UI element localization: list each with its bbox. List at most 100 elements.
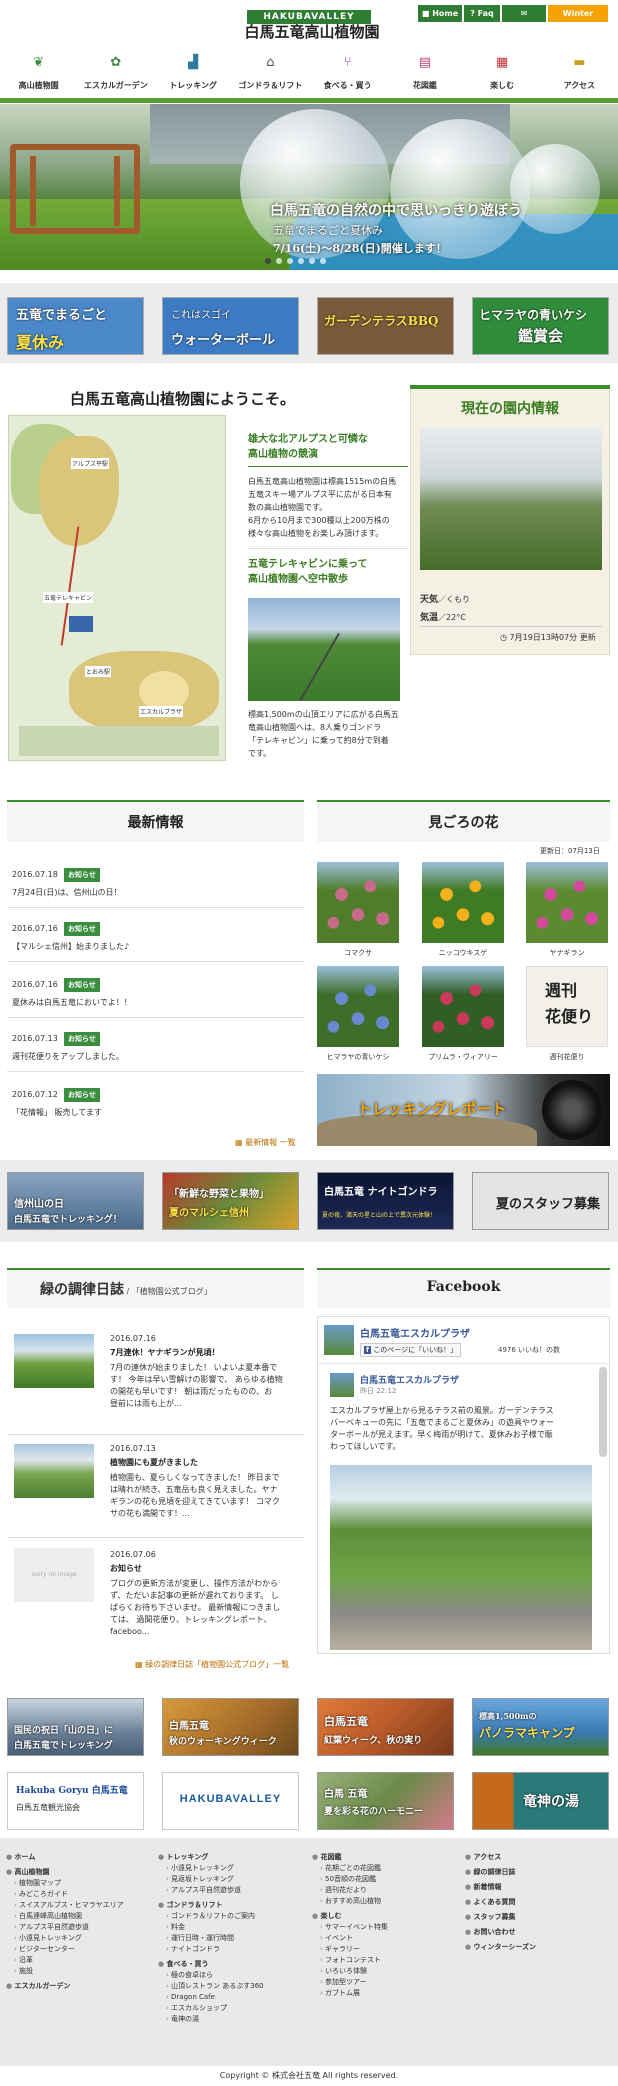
widget-scrollbar[interactable] [599,1367,607,1457]
footer-link[interactable]: › ギャラリー [312,1944,457,1955]
slider-dot[interactable] [320,258,326,264]
banner-summer[interactable]: 五竜でまるごと 夏休み [7,297,144,355]
post-author-link[interactable]: 白馬五竜エスカルプラザ [360,1373,459,1386]
footer-link[interactable]: › ガブトム展 [312,1988,457,1999]
banner-staff-wanted[interactable]: 夏のスタッフ募集 [472,1172,609,1230]
footer-link[interactable]: › 参加型ツアー [312,1977,457,1988]
nav-item-flowerbook[interactable]: ▤ 花図鑑 [386,52,463,94]
flower-photo-primula[interactable] [422,966,504,1047]
footer-section-link[interactable]: ● よくある質問 [465,1897,610,1908]
flower-photo-nikkokisuge[interactable] [422,862,504,943]
footer-section-link[interactable]: ● お問い合わせ [465,1927,610,1938]
footer-link[interactable]: › ゴンドラ＆リフトのご案内 [158,1911,303,1922]
nav-item-enjoy[interactable]: ▦ 楽しむ [464,52,541,94]
trekking-report-banner[interactable]: トレッキングレポート [317,1074,610,1146]
slider-dot[interactable] [309,258,315,264]
footer-section-link[interactable]: ● ゴンドラ＆リフト [158,1900,303,1911]
banner-panorama-camp[interactable]: 標高1,500mの パノラマキャンプ [472,1698,609,1756]
footer-link[interactable]: › サマーイベント特集 [312,1922,457,1933]
banner-mountain-day[interactable]: 信州山の日 白馬五竜でトレッキング！ [7,1172,144,1230]
footer-link[interactable]: › 植物園マップ [6,1878,151,1889]
footer-section-link[interactable]: ● 楽しむ [312,1911,457,1922]
banner-waterball[interactable]: これはスゴイ ウォーターボール [162,297,299,355]
footer-section-link[interactable]: ● 食べる・買う [158,1959,303,1970]
footer-link[interactable]: › ビジターセンター [6,1944,151,1955]
news-link[interactable]: 週刊花便りをアップしました。 [12,1051,124,1062]
news-link[interactable]: 【マルシェ信州】始まりました♪ [12,941,129,952]
slider-dot[interactable] [287,258,293,264]
footer-link[interactable]: › エスカルショップ [158,2003,303,2014]
topbar-winter-link[interactable]: Winter Season [548,5,608,35]
page-avatar[interactable] [324,1325,354,1355]
news-more-link[interactable]: ▦ 最新情報 一覧 [235,1137,296,1148]
footer-link[interactable]: › ナイトゴンドラ [158,1944,303,1955]
banner-mountain-day-2[interactable]: 国民の祝日「山の日」に 白馬五竜でトレッキング [7,1698,144,1756]
footer-link[interactable]: › 料金 [158,1922,303,1933]
nav-item-gondola[interactable]: ⌂ ゴンドラ＆リフト [232,52,309,94]
topbar-faq-link[interactable]: ? Faq [464,5,500,22]
footer-link[interactable]: › アルプス平自然遊歩道 [6,1922,151,1933]
banner-autumn-leaves[interactable]: 白馬五竜 紅葉ウィーク、秋の実り [317,1698,454,1756]
post-photo[interactable] [330,1465,592,1650]
footer-link[interactable]: › フォトコンテスト [312,1955,457,1966]
footer-section-link[interactable]: ● エスカルガーデン [6,1981,151,1992]
banner-tourism-assoc[interactable]: Hakuba Goryu 白馬五竜 白馬五竜観光協会 [7,1772,144,1830]
footer-section-link[interactable]: ● スタッフ募集 [465,1912,610,1923]
footer-link[interactable]: › 山頂レストラン あるぷす360 [158,1981,303,1992]
news-link[interactable]: 「花情報」 販売してます [12,1107,102,1118]
blog-post-title[interactable]: 植物園にも夏がきました [110,1457,300,1468]
facebook-widget[interactable]: 白馬五竜エスカルプラザ f このページに「いいね！」 4976 いいね！の数 白… [317,1316,610,1654]
news-link[interactable]: 夏休みは白馬五竜においでよ！！ [12,997,132,1008]
banner-night-gondola[interactable]: 白馬五竜 ナイトゴンドラ 夏の夜、満天の星と山の上で異次元体験！ [317,1172,454,1230]
footer-section-link[interactable]: ● 花図鑑 [312,1852,457,1863]
footer-link[interactable]: › みどころガイド [6,1889,151,1900]
flower-photo-yanagiran[interactable] [526,862,608,943]
garden-map[interactable]: アルプス平駅 五竜テレキャビン とおみ駅 エスカルプラザ [8,415,226,761]
blog-more-link[interactable]: ▦ 緑の調律日誌「植物園公式ブログ」一覧 [135,1659,289,1670]
footer-link[interactable]: › 小遠見トレッキング [158,1863,303,1874]
footer-link[interactable]: › おすすめ高山植物 [312,1896,457,1907]
footer-link[interactable]: › 週刊花だより [312,1885,457,1896]
banner-ryujin-onsen[interactable]: 竜神の湯 [472,1772,609,1830]
nav-item-garden[interactable]: ❦ 高山植物園 [0,52,77,94]
footer-link[interactable]: › アルプス平自然遊歩道 [158,1885,303,1896]
footer-section-link[interactable]: ● 緑の調律日誌 [465,1867,610,1878]
nav-item-access[interactable]: ▬ アクセス [541,52,618,94]
blog-thumb[interactable] [14,1444,94,1498]
banner-poppy[interactable]: ヒマラヤの青いケシ 鑑賞会 [472,297,609,355]
banner-hakuba-valley[interactable]: HAKUBAVALLEY [162,1772,299,1830]
blog-post-title[interactable]: 7月連休！ヤナギランが見頃！ [110,1347,300,1358]
topbar-contact-link[interactable]: ✉ Contact [502,5,546,35]
slider-dot[interactable] [276,258,282,264]
footer-link[interactable]: › イベント [312,1933,457,1944]
footer-link[interactable]: › 見返坂トレッキング [158,1874,303,1885]
brand-logo[interactable]: 白馬五竜高山植物園 [232,22,392,42]
news-link[interactable]: 7月24日(日)は、信州山の日！ [12,887,122,898]
topbar-home-link[interactable]: ■ Home [418,5,462,22]
blog-post-title[interactable]: お知らせ [110,1563,300,1574]
footer-section-link[interactable]: ● 高山植物園 [6,1867,151,1878]
blog-thumb-placeholder[interactable]: sorry no image [14,1548,94,1602]
like-page-button[interactable]: f このページに「いいね！」 [360,1343,462,1357]
footer-section-link[interactable]: ● ホーム [6,1852,151,1863]
footer-link[interactable]: › 白馬連峰高山植物園 [6,1911,151,1922]
footer-link[interactable]: › 小遠見トレッキング [6,1933,151,1944]
footer-link[interactable]: › いろいろ体験 [312,1966,457,1977]
footer-link[interactable]: › 50音順の花図鑑 [312,1874,457,1885]
footer-link[interactable]: › 運行日時・運行時間 [158,1933,303,1944]
banner-flower-harmony[interactable]: 白馬 五竜 夏を彩る花のハーモニー [317,1772,454,1830]
footer-section-link[interactable]: ● ウィンターシーズン [465,1942,610,1953]
weekly-flower-card[interactable]: 週刊 花便り [526,966,608,1047]
page-name-link[interactable]: 白馬五竜エスカルプラザ [360,1325,470,1340]
footer-link[interactable]: › 極の食卓ほら [158,1970,303,1981]
footer-link[interactable]: › スイスアルプス・ヒマラヤエリア [6,1900,151,1911]
footer-section-link[interactable]: ● トレッキング [158,1852,303,1863]
slider-dot[interactable] [265,258,271,264]
footer-link[interactable]: › Dragon Cafe [158,1992,303,2003]
flower-photo-komakusa[interactable] [317,862,399,943]
blog-thumb[interactable] [14,1334,94,1388]
flower-photo-blue-poppy[interactable] [317,966,399,1047]
post-avatar[interactable] [330,1373,354,1397]
footer-link[interactable]: › 竜神の湯 [158,2014,303,2025]
slider-dot[interactable] [298,258,304,264]
